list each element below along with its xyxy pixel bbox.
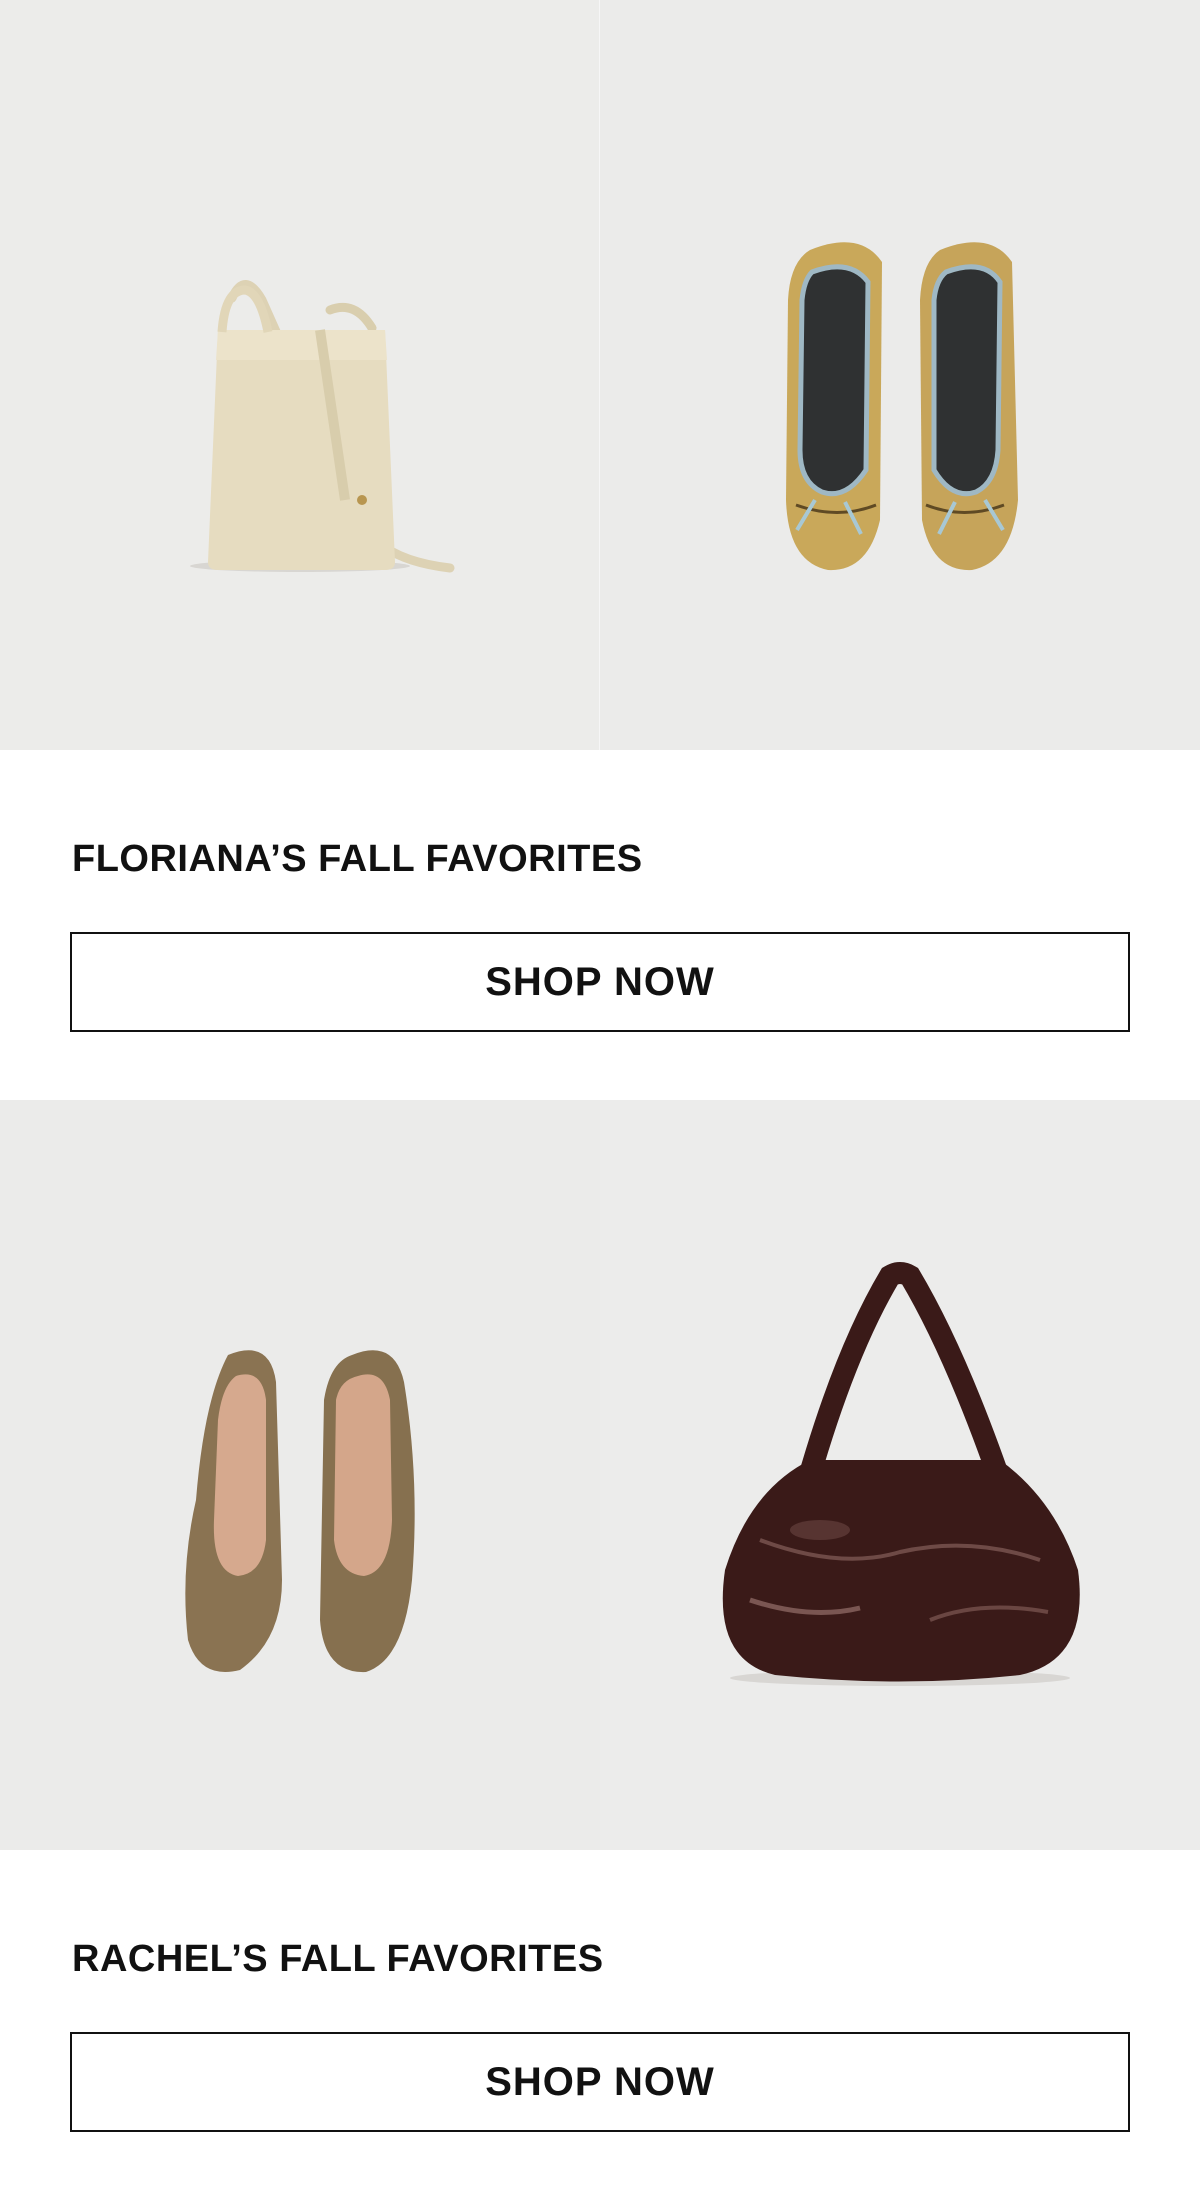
product-tile-cream-crossbody-bag[interactable] [0, 0, 600, 750]
email-page: FLORIANA’S FALL FAVORITES SHOP NOW RACHE… [0, 0, 1200, 2200]
caption-block-floriana: FLORIANA’S FALL FAVORITES SHOP NOW [0, 750, 1200, 1100]
product-tile-patent-hobo-bag[interactable] [600, 1100, 1200, 1850]
shoe-icon [786, 242, 1018, 571]
bag-icon [722, 1262, 1080, 1686]
caption-block-rachel: RACHEL’S FALL FAVORITES SHOP NOW [0, 1850, 1200, 2200]
product-image-row-rachel [0, 1100, 1200, 1850]
shoe-icon [185, 1350, 415, 1673]
shop-now-button[interactable]: SHOP NOW [70, 2032, 1130, 2132]
bag-icon [190, 280, 455, 573]
product-tile-suede-pointed-flats[interactable] [0, 1100, 600, 1850]
section-title: RACHEL’S FALL FAVORITES [72, 1938, 604, 1980]
product-image-row-floriana [0, 0, 1200, 750]
shop-now-button[interactable]: SHOP NOW [70, 932, 1130, 1032]
section-title: FLORIANA’S FALL FAVORITES [72, 838, 643, 880]
product-tile-snakeskin-ballet-flats[interactable] [600, 0, 1200, 750]
